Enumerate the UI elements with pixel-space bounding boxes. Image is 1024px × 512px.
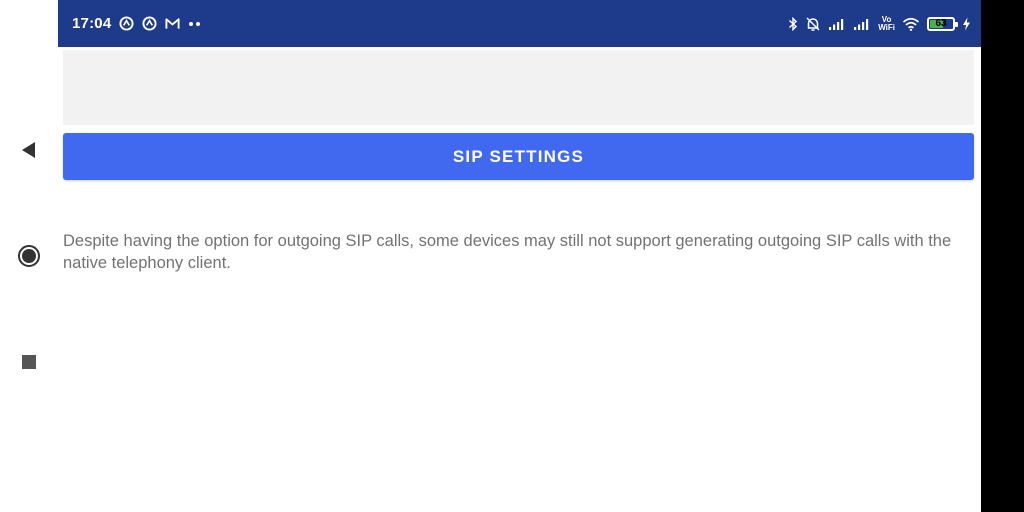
recents-button[interactable] <box>14 347 44 377</box>
back-icon <box>22 142 35 158</box>
wifi-icon <box>902 17 920 31</box>
signal-1-icon <box>829 18 844 30</box>
screen-edge <box>981 0 1024 512</box>
sip-settings-button[interactable]: SIP SETTINGS <box>63 133 974 180</box>
sip-support-note: Despite having the option for outgoing S… <box>63 232 952 272</box>
preference-panel <box>63 50 974 125</box>
more-notifications-icon <box>189 21 201 26</box>
battery-icon: 63 <box>927 16 958 31</box>
status-time: 17:04 <box>72 15 112 32</box>
recents-icon <box>22 355 36 369</box>
battery-level: 63 <box>935 18 947 29</box>
home-icon <box>18 245 40 267</box>
back-button[interactable] <box>14 135 44 165</box>
status-bar: 17:04 Vo WiFi 63 <box>58 0 981 47</box>
alarm-off-icon <box>806 16 820 31</box>
vowifi-icon: Vo WiFi <box>878 15 895 32</box>
vowifi-bottom: WiFi <box>878 22 895 32</box>
gmail-icon <box>165 18 180 29</box>
notification-b-icon <box>142 16 157 31</box>
charging-icon <box>963 17 970 30</box>
notification-a-icon <box>119 16 134 31</box>
signal-2-icon <box>854 18 869 30</box>
bluetooth-icon <box>789 16 798 31</box>
navigation-bar <box>0 0 58 512</box>
home-button[interactable] <box>14 241 44 271</box>
